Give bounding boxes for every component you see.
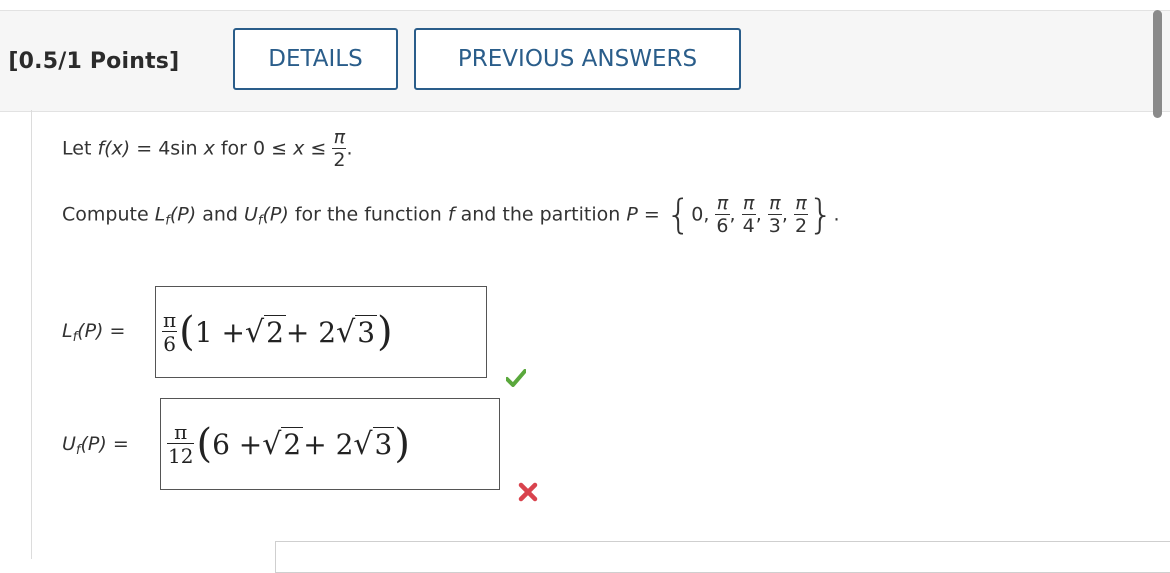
numerator: π: [742, 192, 755, 214]
text: .: [346, 137, 353, 160]
function-name: f: [447, 203, 455, 226]
scrollbar[interactable]: [1153, 10, 1162, 118]
radicand: 2: [281, 426, 304, 461]
text: = 4sin: [130, 137, 204, 160]
text: =: [637, 203, 666, 226]
set-close-brace: }: [808, 192, 834, 238]
text: Let: [62, 137, 98, 160]
denominator: 2: [332, 148, 347, 171]
denominator: 12: [167, 443, 195, 468]
question-points: . [0.5/1 Points]: [0, 49, 180, 74]
fraction-pi-over-4: π4: [741, 192, 756, 237]
lower-sum-label: Lf(P) =: [62, 320, 125, 345]
close-paren: ): [377, 309, 393, 355]
cross-icon: [518, 482, 538, 502]
content-border: [31, 110, 32, 559]
radicand: 3: [372, 426, 395, 461]
sqrt: √2: [262, 426, 304, 462]
upper-sum-answer-box[interactable]: π 12 ( 6 + √2 + 2 √3 ): [160, 398, 500, 490]
text: for 0 ≤: [214, 137, 294, 160]
details-button[interactable]: DETAILS: [233, 28, 398, 90]
text: =: [106, 433, 129, 455]
denominator: 3: [767, 214, 782, 237]
variable: x: [203, 137, 215, 160]
previous-answers-button[interactable]: PREVIOUS ANSWERS: [414, 28, 741, 90]
coefficient-fraction: π 12: [167, 420, 195, 468]
text: ,: [729, 203, 736, 226]
expr-text: 1 +: [194, 315, 245, 349]
fraction-pi-over-2: π2: [793, 192, 809, 237]
fraction-pi-over-3: π3: [767, 192, 782, 237]
text: and: [196, 203, 244, 226]
text: (P): [169, 203, 197, 226]
question-header: . [0.5/1 Points] DETAILS PREVIOUS ANSWER…: [0, 10, 1170, 112]
sqrt: √2: [244, 314, 286, 350]
text: (P): [262, 203, 289, 226]
coefficient-fraction: π6: [162, 310, 177, 354]
problem-statement-line2: Compute Lf(P) and Uf(P) for the function…: [62, 194, 840, 236]
numerator: π: [716, 192, 729, 214]
expr-text: + 2: [303, 427, 354, 461]
text: ,: [781, 203, 788, 226]
lower-sum-symbol: L: [154, 203, 166, 226]
problem-statement-line1: Let f(x) = 4sin x for 0 ≤ x ≤ π2.: [62, 128, 353, 170]
open-paren: (: [179, 309, 195, 355]
next-input-box[interactable]: [275, 541, 1170, 573]
partition-symbol: P: [626, 203, 638, 226]
denominator: 6: [162, 331, 177, 356]
denominator: 2: [793, 214, 809, 237]
lower-sum-answer-box[interactable]: π6 ( 1 + √2 + 2 √3 ): [155, 286, 487, 378]
numerator: π: [795, 192, 807, 214]
text: L: [62, 320, 73, 342]
text: .: [833, 203, 840, 226]
radicand: 2: [264, 314, 286, 349]
numerator: π: [333, 126, 346, 148]
function-name: f(x): [97, 137, 131, 160]
expr-text: 6 +: [212, 427, 263, 461]
upper-sum-symbol: U: [243, 203, 258, 226]
fraction-pi-over-2: π2: [332, 126, 347, 171]
close-paren: ): [394, 421, 410, 467]
open-paren: (: [196, 421, 213, 467]
checkmark-icon: [506, 369, 526, 387]
denominator: 6: [715, 214, 730, 237]
denominator: 4: [741, 214, 756, 237]
numerator: π: [174, 420, 188, 444]
text: ,: [755, 203, 762, 226]
numerator: π: [769, 192, 781, 214]
text: =: [103, 320, 126, 342]
fraction-pi-over-6: π6: [715, 192, 730, 237]
text: U: [62, 433, 76, 455]
upper-sum-label: Uf(P) =: [62, 433, 129, 458]
numerator: π: [163, 308, 177, 332]
expr-text: + 2: [285, 315, 337, 349]
text: for the function: [288, 203, 448, 226]
text: Compute: [62, 203, 155, 226]
text: (P): [80, 433, 107, 455]
text: (P): [77, 320, 104, 342]
radicand: 3: [355, 314, 378, 349]
text: 0,: [691, 203, 710, 226]
text: ≤: [304, 137, 333, 160]
variable: x: [293, 137, 305, 160]
text: and the partition: [454, 203, 627, 226]
sqrt: √3: [353, 426, 395, 462]
sqrt: √3: [336, 314, 378, 350]
set-open-brace: {: [665, 192, 692, 238]
